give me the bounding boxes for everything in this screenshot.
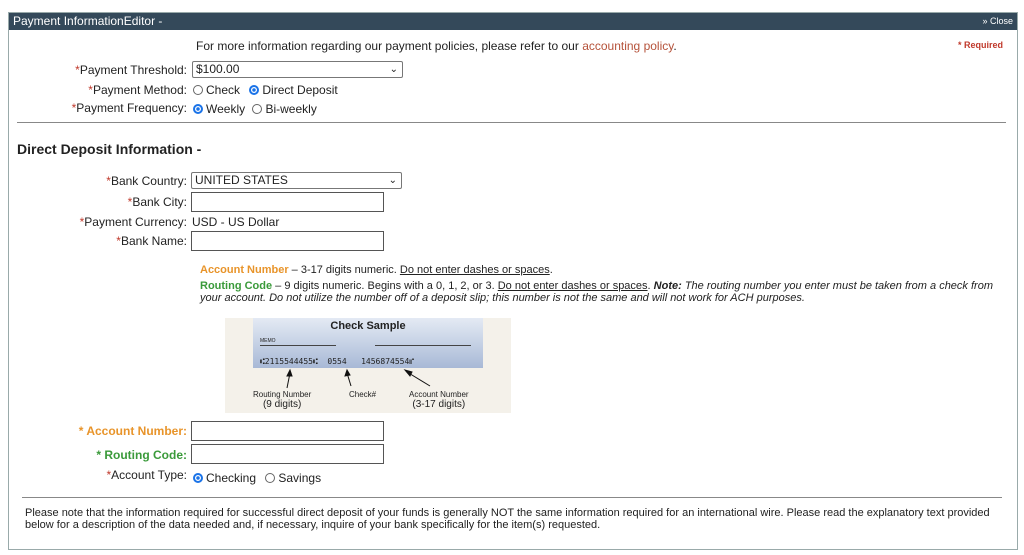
method-check-radio[interactable]: Check [193,83,240,97]
routing-code-label: * Routing Code: [96,448,187,462]
intro-period: . [673,39,677,53]
account-number-caption: Account Number (3-17 digits) [409,390,469,410]
chevron-down-icon: ⌄ [388,175,397,186]
frequency-radio-group: Weekly Bi-weekly [193,102,317,116]
frequency-label: *Payment Frequency: [71,101,187,115]
divider [22,497,1002,498]
chevron-down-icon: ⌄ [389,64,398,75]
intro-sentence: For more information regarding our payme… [196,39,583,53]
country-label: *Bank Country: [106,174,187,188]
intro-text: For more information regarding our payme… [196,39,677,53]
city-label: *Bank City: [127,195,187,209]
method-direct-deposit-radio[interactable]: Direct Deposit [249,83,338,97]
routing-code-input[interactable] [191,444,384,464]
account-type-checking-radio[interactable]: Checking [193,471,256,485]
account-type-radio-group: Checking Savings [193,471,321,485]
account-help: Account Number – 3-17 digits numeric. Do… [200,264,553,276]
threshold-label: *Payment Threshold: [75,63,187,77]
currency-label: *Payment Currency: [79,215,187,229]
footer-note: Please note that the information require… [25,507,990,531]
account-number-label: * Account Number: [78,424,187,438]
routing-number-caption: Routing Number (9 digits) [253,390,312,410]
method-radio-group: Check Direct Deposit [193,83,338,97]
routing-help: Routing Code – 9 digits numeric. Begins … [200,280,993,304]
account-type-label: *Account Type: [106,468,188,482]
check-number-caption: Check# [349,390,377,399]
frequency-weekly-radio[interactable]: Weekly [193,102,245,116]
check-sample-image: Check Sample MEMO ⑆2115544455⑆ 0554 1456… [225,318,511,413]
account-type-savings-radio[interactable]: Savings [265,471,321,485]
account-number-input[interactable] [191,421,384,441]
method-label: *Payment Method: [88,83,187,97]
divider [17,122,1006,123]
window-title: Payment InformationEditor - [13,14,163,28]
bank-name-label: *Bank Name: [116,234,187,248]
threshold-select[interactable]: $100.00 ⌄ [192,61,403,78]
bank-city-input[interactable] [191,192,384,212]
frequency-biweekly-radio[interactable]: Bi-weekly [252,102,317,116]
deposit-heading: Direct Deposit Information - [17,141,202,157]
accounting-policy-link[interactable]: accounting policy [582,39,673,53]
currency-value: USD - US Dollar [192,215,280,229]
title-bar: Payment InformationEditor - » Close [9,13,1017,30]
required-note: * Required [957,40,1003,50]
close-button[interactable]: » Close [982,13,1013,30]
bank-name-input[interactable] [191,231,384,251]
country-select[interactable]: UNITED STATES ⌄ [191,172,402,189]
